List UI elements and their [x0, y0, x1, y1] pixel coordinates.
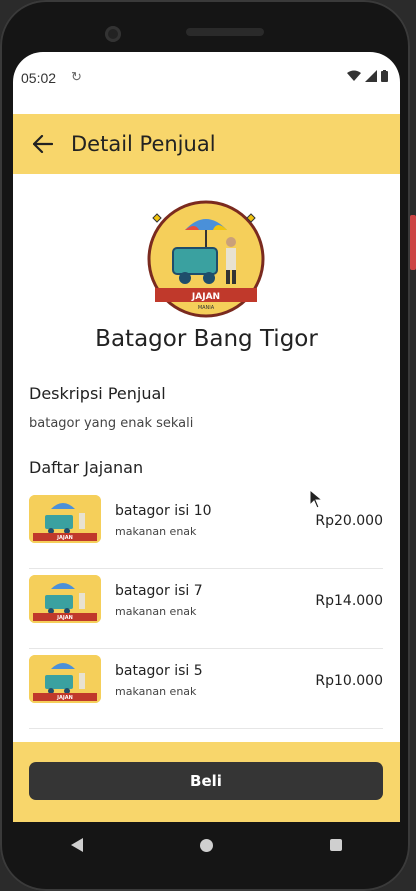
description-title: Deskripsi Penjual — [29, 384, 166, 403]
list-item[interactable]: JAJAN batagor isi 10 makanan enak Rp20.0… — [29, 489, 383, 569]
nav-back-icon[interactable] — [71, 838, 84, 852]
snack-thumbnail: JAJAN — [29, 495, 101, 543]
snack-description: makanan enak — [115, 605, 197, 618]
nav-home-icon[interactable] — [199, 838, 213, 852]
snack-price: Rp10.000 — [315, 673, 383, 689]
thumb-label: JAJAN — [56, 695, 73, 701]
logo-text-jajan: JAJAN — [191, 292, 220, 302]
sync-icon: ↻ — [71, 69, 82, 84]
snack-description: makanan enak — [115, 685, 197, 698]
snack-thumbnail: JAJAN — [29, 575, 101, 623]
thumb-label: JAJAN — [56, 535, 73, 541]
arrow-back-icon[interactable] — [31, 132, 55, 156]
logo-text-mania: MANIA — [198, 305, 215, 311]
wifi-icon — [347, 70, 361, 81]
seller-description: batagor yang enak sekali — [29, 416, 194, 431]
list-item[interactable]: JAJAN batagor isi 7 makanan enak Rp14.00… — [29, 569, 383, 649]
signal-icon — [365, 70, 377, 82]
mouse-cursor-icon — [309, 489, 323, 509]
bottom-action-bar: Beli — [13, 742, 400, 822]
snack-name: batagor isi 10 — [115, 503, 212, 519]
nav-recent-icon[interactable] — [329, 839, 342, 851]
status-icons — [347, 70, 388, 82]
battery-icon — [381, 70, 388, 82]
side-button — [410, 215, 416, 270]
list-item[interactable]: JAJAN batagor isi 5 makanan enak Rp10.00… — [29, 649, 383, 729]
snack-name: batagor isi 7 — [115, 583, 203, 599]
thumb-label: JAJAN — [56, 615, 73, 621]
snack-price: Rp20.000 — [315, 513, 383, 529]
front-camera — [105, 26, 121, 42]
app-bar: Detail Penjual — [13, 114, 400, 174]
seller-logo: JAJAN MANIA — [147, 200, 265, 318]
status-time: 05:02 — [21, 70, 57, 86]
phone-frame: 05:02 ↻ Detail Penjual JAJAN MANIA Batag… — [0, 0, 410, 891]
system-nav-bar — [13, 822, 400, 868]
snack-thumbnail: JAJAN — [29, 655, 101, 703]
app-screen: 05:02 ↻ Detail Penjual JAJAN MANIA Batag… — [13, 52, 400, 822]
snack-list-title: Daftar Jajanan — [29, 458, 144, 477]
status-bar: 05:02 ↻ — [13, 52, 400, 112]
page-title: Detail Penjual — [71, 132, 216, 156]
snack-description: makanan enak — [115, 525, 197, 538]
snack-list: JAJAN batagor isi 10 makanan enak Rp20.0… — [29, 489, 383, 729]
buy-button[interactable]: Beli — [29, 762, 383, 800]
earpiece — [186, 28, 264, 36]
snack-name: batagor isi 5 — [115, 663, 203, 679]
snack-price: Rp14.000 — [315, 593, 383, 609]
seller-name: Batagor Bang Tigor — [95, 326, 318, 352]
